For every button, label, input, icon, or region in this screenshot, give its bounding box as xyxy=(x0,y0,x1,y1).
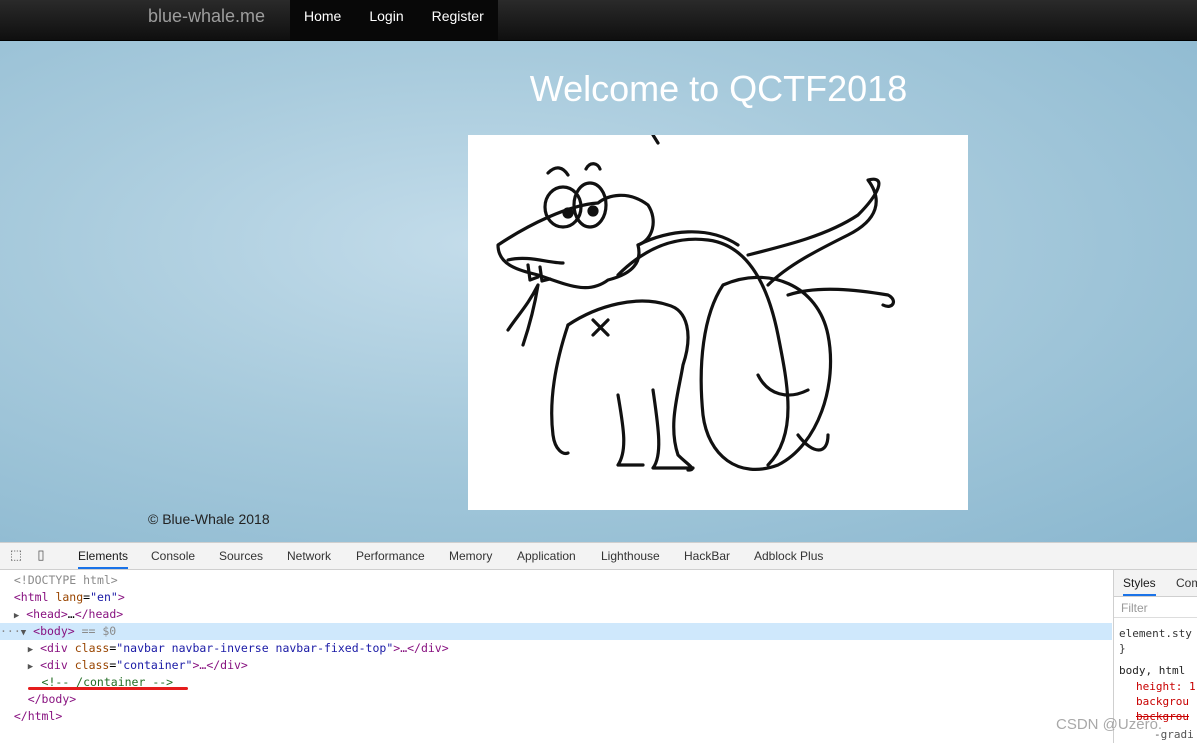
tab-hackbar[interactable]: HackBar xyxy=(684,543,730,569)
footer-text: © Blue-Whale 2018 xyxy=(148,511,270,527)
tab-elements[interactable]: Elements xyxy=(78,543,129,569)
nav-login[interactable]: Login xyxy=(355,0,417,40)
expand-triangle-icon[interactable]: ▶ xyxy=(14,611,19,621)
devtools-tabbar: ⬚ ▯ Elements Console Sources Network Per… xyxy=(0,543,1197,570)
brand-link[interactable]: blue-whale.me xyxy=(148,6,265,27)
dom-tree: <!DOCTYPE html> <html lang="en"> ▶ <head… xyxy=(0,570,1112,743)
tab-lighthouse[interactable]: Lighthouse xyxy=(601,543,660,569)
devtools-panel: ⬚ ▯ Elements Console Sources Network Per… xyxy=(0,542,1197,743)
tab-adblock-plus[interactable]: Adblock Plus xyxy=(754,543,823,569)
tab-application[interactable]: Application xyxy=(517,543,576,569)
nav-register[interactable]: Register xyxy=(418,0,498,40)
dom-body-close[interactable]: </body> xyxy=(0,691,1112,708)
watermark-text: CSDN @Uzero. xyxy=(1056,716,1163,733)
nav-menu: Home Login Register xyxy=(290,0,498,40)
style-rule-selector: element.sty xyxy=(1119,627,1192,640)
style-rule-selector: body, html xyxy=(1119,664,1186,677)
red-annotation-underline xyxy=(28,687,188,690)
dom-body-selected[interactable]: ···▼ <body> == $0 xyxy=(0,623,1112,640)
tab-performance[interactable]: Performance xyxy=(356,543,425,569)
styles-tabbar: Styles Com xyxy=(1114,570,1197,597)
dinosaur-illustration xyxy=(468,133,968,510)
dom-html-open[interactable]: <html lang="en"> xyxy=(0,589,1112,606)
style-property[interactable]: backgrou xyxy=(1136,695,1189,708)
dom-html-close[interactable]: </html> xyxy=(0,708,1112,725)
tab-memory[interactable]: Memory xyxy=(449,543,492,569)
collapse-triangle-icon[interactable]: ▼ xyxy=(21,628,26,638)
page-title: Welcome to QCTF2018 xyxy=(529,68,908,109)
tab-network[interactable]: Network xyxy=(287,543,331,569)
device-toggle-icon[interactable]: ▯ xyxy=(33,547,49,563)
navbar: blue-whale.me Home Login Register xyxy=(0,0,1197,41)
tab-styles[interactable]: Styles xyxy=(1123,570,1156,596)
tab-console[interactable]: Console xyxy=(151,543,195,569)
nav-home[interactable]: Home xyxy=(290,0,355,40)
styles-filter-input[interactable]: Filter xyxy=(1114,598,1197,618)
dom-div-container[interactable]: ▶ <div class="container">…</div> xyxy=(0,657,1112,674)
tab-sources[interactable]: Sources xyxy=(219,543,263,569)
dom-head[interactable]: ▶ <head>…</head> xyxy=(0,606,1112,623)
expand-triangle-icon[interactable]: ▶ xyxy=(28,645,33,655)
style-property[interactable]: height: 1 xyxy=(1136,680,1196,693)
page-viewport: blue-whale.me Home Login Register Welcom… xyxy=(0,0,1197,542)
tab-computed[interactable]: Com xyxy=(1176,570,1197,596)
dom-doctype[interactable]: <!DOCTYPE html> xyxy=(0,572,1112,589)
dom-div-navbar[interactable]: ▶ <div class="navbar navbar-inverse navb… xyxy=(0,640,1112,657)
style-rule-close: } xyxy=(1119,642,1126,655)
expand-triangle-icon[interactable]: ▶ xyxy=(28,662,33,672)
inspect-cursor-icon[interactable]: ⬚ xyxy=(8,547,24,563)
